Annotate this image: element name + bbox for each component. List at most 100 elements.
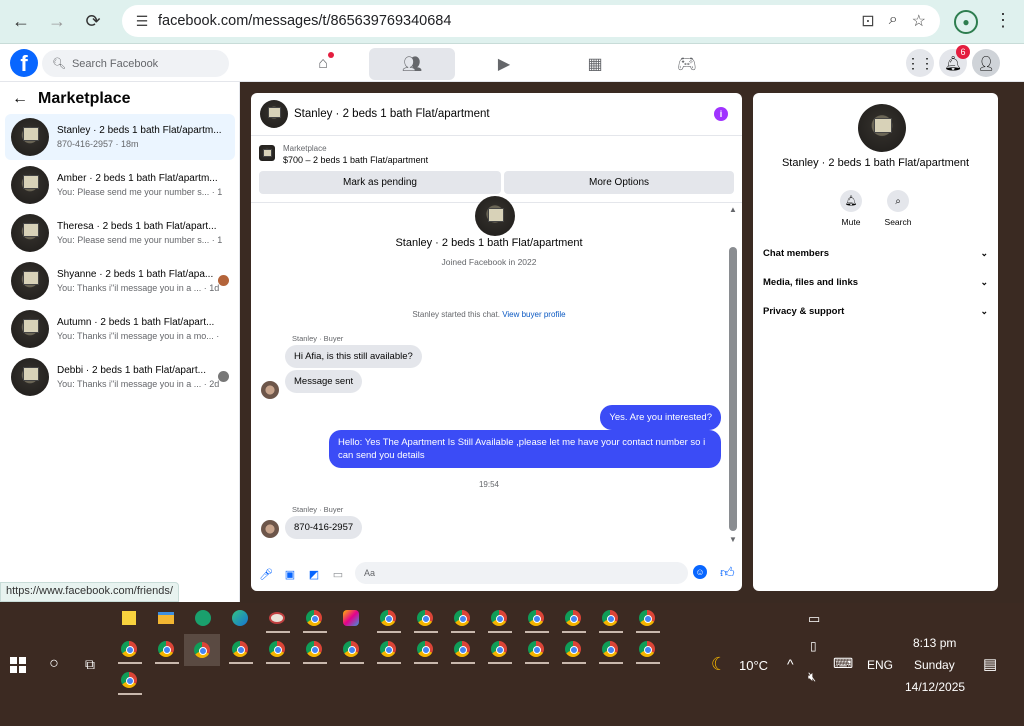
reload-icon[interactable]: ⟳	[78, 7, 108, 37]
chrome-icon[interactable]	[636, 607, 658, 629]
menu-grid-icon[interactable]: ⋮⋮	[906, 49, 934, 77]
message-input[interactable]: Aa	[355, 562, 688, 584]
chrome-icon[interactable]	[525, 638, 547, 660]
paint-app-icon[interactable]	[266, 607, 288, 629]
back-arrow-icon[interactable]: ←	[12, 90, 28, 108]
conversation-item[interactable]: Amber · 2 beds 1 bath Flat/apartm... You:…	[5, 162, 235, 208]
more-options-button[interactable]: More Options	[504, 171, 734, 194]
chrome-icon[interactable]	[451, 638, 473, 660]
chrome-icon[interactable]	[118, 638, 140, 660]
mute-action[interactable]: 🔔︎ Mute	[831, 190, 871, 227]
notification-center-icon[interactable]: ▤	[983, 655, 997, 673]
clock-date[interactable]: 14/12/2025	[905, 680, 965, 694]
menu-kebab-icon[interactable]: ⋮	[994, 10, 1012, 31]
conversation-item[interactable]: Debbi · 2 beds 1 bath Flat/apart... You: …	[5, 354, 235, 400]
listing-price-title[interactable]: $700 – 2 beds 1 bath Flat/apartment	[283, 155, 428, 165]
conversation-item[interactable]: Stanley · 2 beds 1 bath Flat/apartm... 87…	[5, 114, 235, 160]
emoji-icon[interactable]: ☺	[693, 565, 707, 579]
site-settings-icon[interactable]: ☰	[132, 11, 152, 31]
account-avatar[interactable]: 👤︎	[972, 49, 1000, 77]
chrome-icon[interactable]	[377, 638, 399, 660]
language-indicator[interactable]: ENG	[867, 658, 893, 672]
address-bar[interactable]: ☰ facebook.com/messages/t/86563976934068…	[122, 5, 940, 37]
weather-moon-icon[interactable]: ☾	[708, 653, 730, 675]
chat-title[interactable]: Stanley · 2 beds 1 bath Flat/apartment	[294, 108, 490, 120]
chrome-icon[interactable]	[377, 607, 399, 629]
scroll-up-icon[interactable]: ▲	[729, 205, 737, 214]
edge-browser-icon[interactable]	[229, 607, 251, 629]
info-icon[interactable]: i	[714, 107, 728, 121]
conversation-item[interactable]: Theresa · 2 beds 1 bath Flat/apart... You…	[5, 210, 235, 256]
chrome-icon[interactable]	[303, 607, 325, 629]
chrome-icon[interactable]	[562, 638, 584, 660]
clock-time[interactable]: 8:13 pm	[913, 636, 956, 650]
chrome-icon[interactable]	[488, 638, 510, 660]
media-files-links-row[interactable]: Media, files and links ⌄	[763, 277, 988, 288]
search-action[interactable]: ⌕ Search	[878, 190, 918, 227]
chat-members-row[interactable]: Chat members ⌄	[763, 248, 988, 259]
app-icon[interactable]	[192, 607, 214, 629]
video-nav-icon[interactable]: ▶	[461, 48, 547, 80]
chrome-icon[interactable]	[414, 607, 436, 629]
chrome-icon[interactable]	[599, 638, 621, 660]
privacy-support-row[interactable]: Privacy & support ⌄	[763, 306, 988, 317]
chrome-icon[interactable]	[266, 638, 288, 660]
chrome-icon[interactable]	[488, 607, 510, 629]
chrome-icon[interactable]	[636, 638, 658, 660]
gif-icon[interactable]: ▭	[329, 565, 347, 583]
chrome-icon[interactable]	[414, 638, 436, 660]
chrome-icon[interactable]	[525, 607, 547, 629]
network-pc-icon[interactable]: ▭	[808, 611, 820, 627]
friends-nav-icon[interactable]: 👥︎	[369, 48, 455, 80]
chrome-icon-active[interactable]	[184, 634, 220, 666]
zoom-icon[interactable]: ⌕	[889, 11, 898, 31]
conversation-item[interactable]: Autumn · 2 beds 1 bath Flat/apart... You:…	[5, 306, 235, 352]
search-circle-icon[interactable]: ○	[43, 653, 65, 675]
sticker-icon[interactable]: ◩	[305, 565, 323, 583]
scrollbar-thumb[interactable]	[729, 247, 737, 531]
home-nav-icon[interactable]: ⌂	[280, 48, 366, 80]
speaker-muted-icon[interactable]: 🔇︎	[808, 669, 816, 685]
conversation-item[interactable]: Shyanne · 2 beds 1 bath Flat/apa... You: …	[5, 258, 235, 304]
clock-day[interactable]: Sunday	[914, 658, 955, 672]
mark-as-pending-button[interactable]: Mark as pending	[259, 171, 501, 194]
back-icon[interactable]: ←	[6, 7, 36, 37]
sticky-notes-icon[interactable]	[118, 607, 140, 629]
search-icon[interactable]: ⌕	[887, 190, 909, 212]
profile-icon[interactable]: ●	[954, 10, 978, 34]
bell-icon[interactable]: 🔔︎	[840, 190, 862, 212]
chrome-icon[interactable]	[340, 638, 362, 660]
microphone-icon[interactable]: 🎤︎	[257, 565, 275, 583]
marketplace-nav-icon[interactable]: ▦	[552, 48, 638, 80]
image-icon[interactable]: ▣	[281, 565, 299, 583]
windows-start-icon[interactable]	[10, 657, 26, 673]
active-indicator	[303, 662, 327, 664]
gaming-nav-icon[interactable]: 🎮︎	[644, 48, 730, 80]
install-app-icon[interactable]: ⊡	[861, 11, 874, 31]
address-url[interactable]: facebook.com/messages/t/865639769340684	[158, 13, 451, 29]
chat-scrollbar[interactable]: ▲ ▼	[729, 205, 737, 544]
search-input[interactable]: 🔍︎ Search Facebook	[42, 50, 229, 77]
chrome-icon[interactable]	[451, 607, 473, 629]
copilot-icon[interactable]	[340, 607, 362, 629]
chat-header-thumbnail[interactable]	[260, 100, 288, 128]
keyboard-icon[interactable]: ⌨	[833, 655, 853, 672]
chrome-icon[interactable]	[155, 638, 177, 660]
thumbs-up-icon[interactable]: 👍︎	[720, 564, 735, 581]
scroll-down-icon[interactable]: ▼	[729, 535, 737, 544]
tray-chevron-up-icon[interactable]: ^	[787, 656, 794, 672]
facebook-logo-icon[interactable]: f	[10, 49, 38, 77]
bookmark-star-icon[interactable]: ☆	[912, 11, 926, 31]
phone-link-icon[interactable]: ▯	[810, 639, 817, 653]
chrome-icon[interactable]	[562, 607, 584, 629]
chrome-icon[interactable]	[599, 607, 621, 629]
view-buyer-profile-link[interactable]: View buyer profile	[502, 310, 565, 319]
file-explorer-icon[interactable]	[155, 607, 177, 629]
chrome-icon[interactable]	[303, 638, 325, 660]
task-view-icon[interactable]: ⧉	[79, 653, 101, 675]
chrome-icon[interactable]	[229, 638, 251, 660]
search-label: Search	[884, 217, 912, 227]
forward-icon[interactable]: →	[42, 7, 72, 37]
chrome-icon[interactable]	[118, 669, 140, 691]
weather-temp[interactable]: 10°C	[739, 658, 768, 673]
